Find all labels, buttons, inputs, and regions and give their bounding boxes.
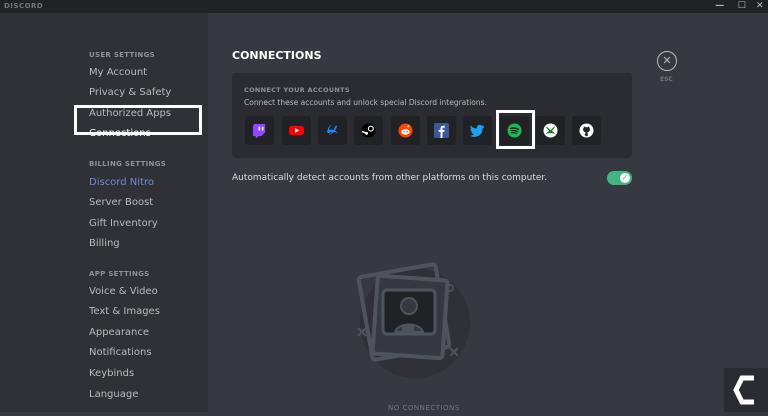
close-icon: ✕ xyxy=(662,54,672,67)
twitter-connect-button[interactable] xyxy=(463,116,492,145)
twitch-icon xyxy=(252,123,266,138)
xbox-icon xyxy=(543,123,558,138)
battlenet-connect-button[interactable] xyxy=(318,116,347,145)
sidebar-item-my-account[interactable]: My Account xyxy=(89,66,147,80)
brand-logo xyxy=(724,368,768,412)
close-settings-button[interactable]: ✕ xyxy=(657,51,677,71)
facebook-icon xyxy=(434,123,449,138)
battlenet-icon xyxy=(326,123,339,136)
spotify-highlight-box xyxy=(496,110,535,149)
steam-icon xyxy=(361,123,376,138)
twitter-icon xyxy=(470,124,485,137)
c-logo-icon xyxy=(733,375,754,405)
toggle-knob: ✓ xyxy=(620,173,630,183)
title-bar: DISCORD — ☐ ✕ xyxy=(0,0,768,13)
page-title: CONNECTIONS xyxy=(232,49,322,62)
sidebar-item-discord-nitro[interactable]: Discord Nitro xyxy=(89,176,154,190)
close-window-button[interactable]: ✕ xyxy=(752,0,768,13)
sidebar-item-privacy-safety[interactable]: Privacy & Safety xyxy=(89,86,171,100)
sidebar-item-gift-inventory[interactable]: Gift Inventory xyxy=(89,217,158,231)
billing-settings-header: BILLING SETTINGS xyxy=(89,160,167,168)
connect-accounts-panel: CONNECT YOUR ACCOUNTS Connect these acco… xyxy=(232,73,632,158)
connect-accounts-header: CONNECT YOUR ACCOUNTS xyxy=(244,86,350,94)
facebook-connect-button[interactable] xyxy=(427,116,456,145)
reddit-icon xyxy=(398,123,413,138)
maximize-button[interactable]: ☐ xyxy=(734,0,750,13)
sidebar-item-voice-video[interactable]: Voice & Video xyxy=(89,285,158,299)
youtube-connect-button[interactable] xyxy=(282,116,311,145)
sidebar-item-notifications[interactable]: Notifications xyxy=(89,346,152,360)
github-icon xyxy=(579,123,594,138)
app-title: DISCORD xyxy=(4,2,44,10)
minimize-button[interactable]: — xyxy=(712,0,728,13)
check-icon: ✓ xyxy=(621,173,629,182)
youtube-icon xyxy=(289,125,304,136)
user-settings-header: USER SETTINGS xyxy=(89,51,156,59)
auto-detect-label: Automatically detect accounts from other… xyxy=(232,173,548,183)
reddit-connect-button[interactable] xyxy=(391,116,420,145)
sidebar-item-server-boost[interactable]: Server Boost xyxy=(89,196,153,210)
connections-highlight-box xyxy=(74,105,202,135)
xbox-connect-button[interactable] xyxy=(536,116,565,145)
github-connect-button[interactable] xyxy=(572,116,601,145)
no-connections-illustration xyxy=(356,262,470,378)
sidebar-item-billing[interactable]: Billing xyxy=(89,237,120,251)
auto-detect-toggle[interactable]: ✓ xyxy=(607,171,632,185)
esc-label: ESC xyxy=(660,76,673,83)
sidebar-item-text-images[interactable]: Text & Images xyxy=(89,305,160,319)
steam-connect-button[interactable] xyxy=(354,116,383,145)
twitch-connect-button[interactable] xyxy=(245,116,274,145)
sidebar-item-keybinds[interactable]: Keybinds xyxy=(89,367,134,381)
no-connections-text: NO CONNECTIONS xyxy=(388,404,460,412)
app-settings-header: APP SETTINGS xyxy=(89,270,150,278)
sidebar-item-appearance[interactable]: Appearance xyxy=(89,326,149,340)
connect-accounts-description: Connect these accounts and unlock specia… xyxy=(244,98,487,107)
sidebar-item-language[interactable]: Language xyxy=(89,388,138,402)
